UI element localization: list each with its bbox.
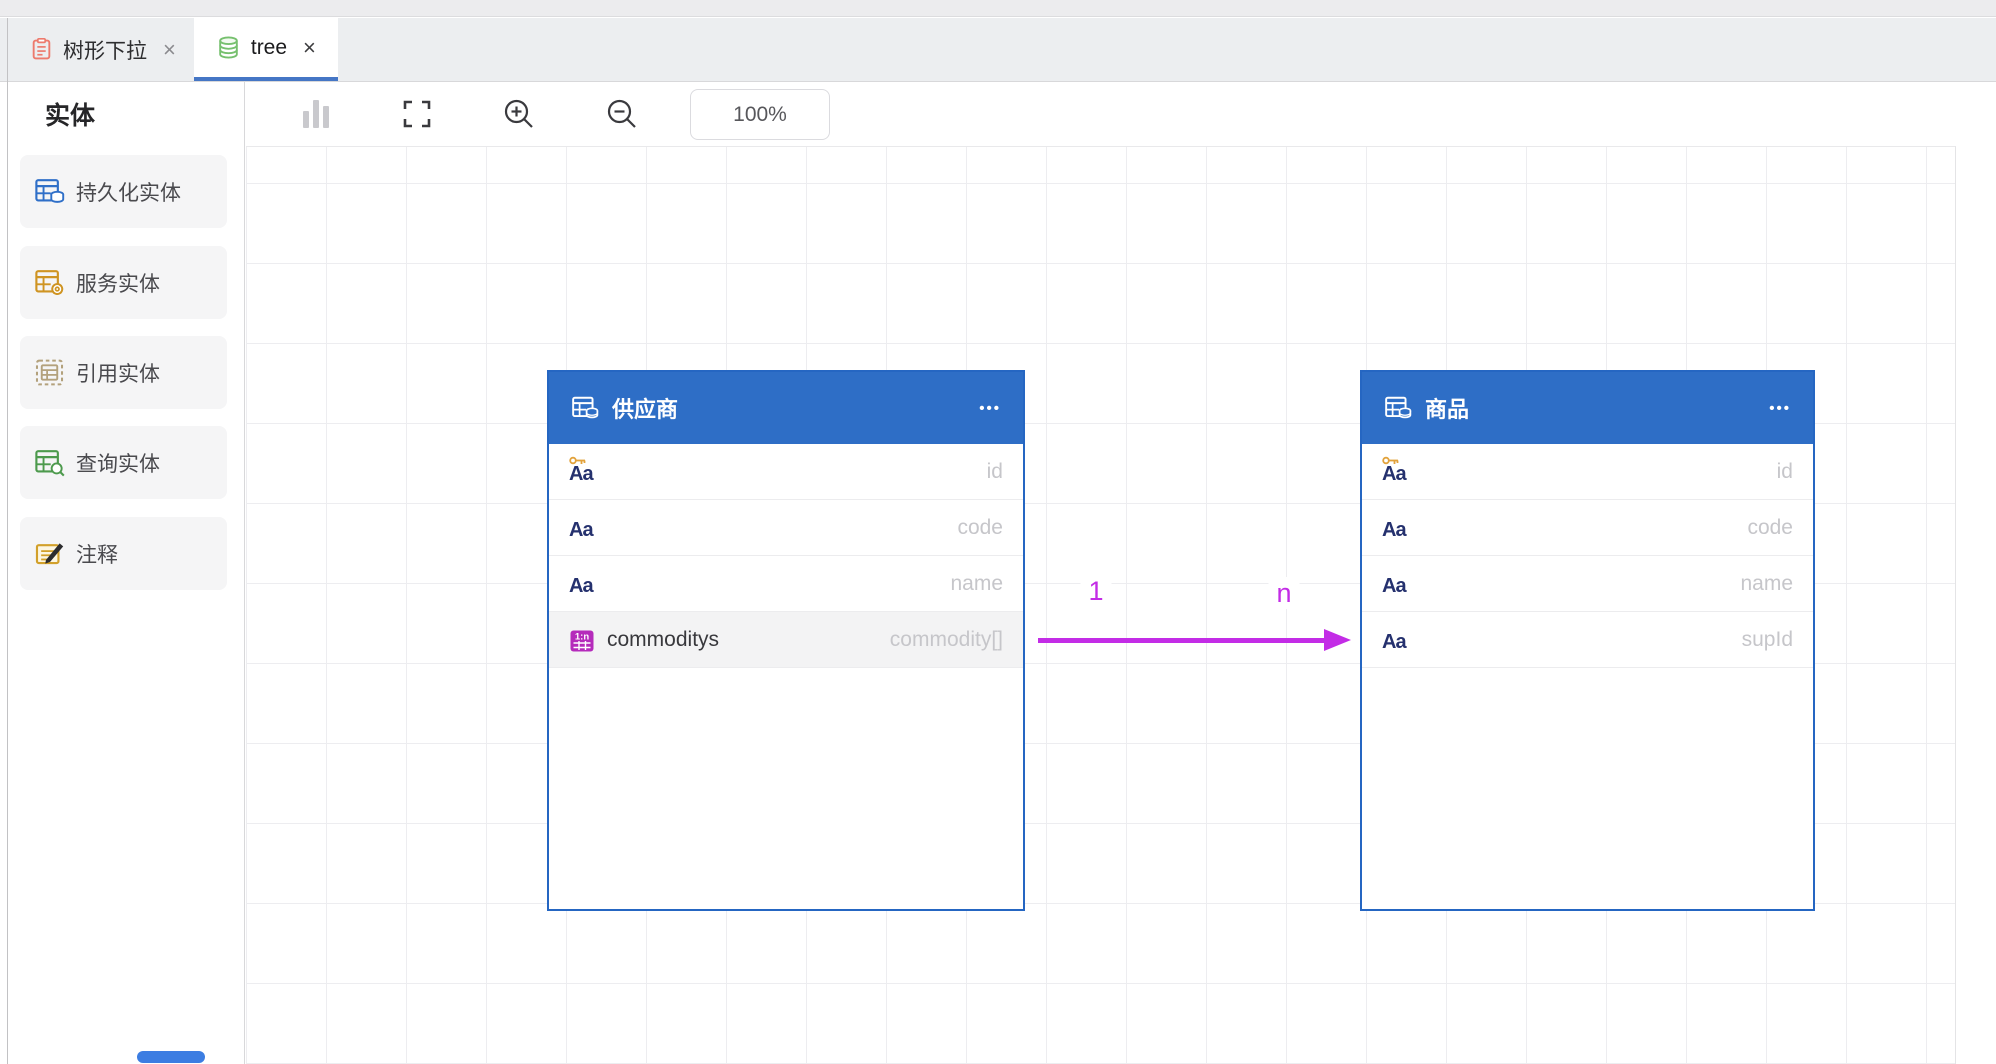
- field-type: name: [1740, 572, 1793, 596]
- field-type: id: [987, 460, 1003, 484]
- string-field-icon: Aa: [569, 564, 603, 604]
- field-row-code[interactable]: Aa code: [549, 500, 1023, 556]
- sidebar-item-label: 注释: [76, 539, 118, 569]
- relation-line[interactable]: [1038, 638, 1326, 643]
- primary-key-icon: [569, 456, 586, 465]
- field-row-supid[interactable]: Aa supId: [1362, 612, 1813, 668]
- sidebar-item-service-entity[interactable]: 服务实体: [20, 246, 227, 319]
- field-row-name[interactable]: Aa name: [549, 556, 1023, 612]
- tab-label: 树形下拉: [63, 35, 147, 65]
- entity-header[interactable]: 供应商 •••: [549, 372, 1023, 444]
- field-type: supId: [1742, 628, 1793, 652]
- string-field-icon: Aa: [1382, 452, 1416, 492]
- entity-title: 供应商: [612, 392, 678, 424]
- relation-arrowhead-icon: [1324, 629, 1351, 651]
- field-name: commoditys: [607, 628, 719, 652]
- entity-palette-sidebar: 实体 持久化实体 服务实体: [8, 82, 245, 1064]
- field-row-commoditys[interactable]: 1:n commoditys commodity[]: [549, 612, 1023, 668]
- horizontal-scrollbar-thumb[interactable]: [137, 1051, 205, 1063]
- relation-target-cardinality: n: [1268, 577, 1299, 609]
- chart-view-button[interactable]: [298, 96, 334, 132]
- zoom-out-button[interactable]: [604, 96, 640, 132]
- sidebar-item-label: 持久化实体: [76, 177, 181, 207]
- field-type: code: [957, 516, 1003, 540]
- sidebar-item-label: 引用实体: [76, 358, 160, 388]
- bar-chart-icon: [303, 100, 329, 128]
- sidebar-item-label: 服务实体: [76, 268, 160, 298]
- sidebar-item-query-entity[interactable]: 查询实体: [20, 426, 227, 499]
- database-icon: [216, 35, 241, 60]
- field-type: id: [1777, 460, 1793, 484]
- sidebar-item-reference-entity[interactable]: 引用实体: [20, 336, 227, 409]
- entity-header[interactable]: 商品 •••: [1362, 372, 1813, 444]
- tab-label: tree: [251, 36, 287, 60]
- string-field-icon: Aa: [1382, 564, 1416, 604]
- field-type: name: [950, 572, 1003, 596]
- string-field-icon: Aa: [1382, 508, 1416, 548]
- fit-screen-button[interactable]: [399, 96, 435, 132]
- tab-bar: 树形下拉 × tree ×: [0, 18, 1996, 82]
- window-left-border: [7, 18, 8, 1064]
- zoom-level-button[interactable]: 100%: [690, 89, 830, 140]
- sidebar-item-persistent-entity[interactable]: 持久化实体: [20, 155, 227, 228]
- entity-title: 商品: [1425, 392, 1469, 424]
- service-entity-icon: [34, 267, 65, 298]
- zoom-out-icon: [606, 98, 638, 130]
- entity-card-commodity[interactable]: 商品 ••• Aa id Aa cod: [1360, 370, 1815, 911]
- more-options-icon[interactable]: •••: [1769, 400, 1791, 417]
- zoom-in-button[interactable]: [501, 96, 537, 132]
- relation-source-cardinality: 1: [1080, 575, 1111, 607]
- table-entity-icon: [571, 394, 599, 422]
- reference-entity-icon: [34, 357, 65, 388]
- entity-designer-app: 树形下拉 × tree × 实体 持久化: [0, 0, 1996, 1064]
- string-field-icon: Aa: [569, 452, 603, 492]
- string-field-icon: Aa: [1382, 620, 1416, 660]
- sidebar-item-comment[interactable]: 注释: [20, 517, 227, 590]
- field-type: code: [1747, 516, 1793, 540]
- tab-tree[interactable]: tree ×: [194, 18, 338, 81]
- close-icon[interactable]: ×: [303, 37, 316, 59]
- zoom-in-icon: [503, 98, 535, 130]
- clipboard-icon: [30, 38, 53, 61]
- primary-key-icon: [1382, 456, 1399, 465]
- diagram-canvas[interactable]: 1 n 供应商 •••: [246, 146, 1956, 1064]
- entity-card-supplier[interactable]: 供应商 ••• Aa id Aa co: [547, 370, 1025, 911]
- sidebar-title: 实体: [45, 96, 95, 132]
- canvas-toolbar: 100%: [246, 82, 1996, 146]
- tab-tree-dropdown[interactable]: 树形下拉 ×: [16, 18, 194, 81]
- comment-icon: [34, 538, 65, 569]
- close-icon[interactable]: ×: [163, 39, 176, 61]
- field-row-id[interactable]: Aa id: [549, 444, 1023, 500]
- zoom-level-value: 100%: [733, 103, 787, 127]
- svg-text:1:n: 1:n: [575, 631, 589, 642]
- table-entity-icon: [1384, 394, 1412, 422]
- field-row-code[interactable]: Aa code: [1362, 500, 1813, 556]
- window-top-strip: [0, 0, 1996, 17]
- more-options-icon[interactable]: •••: [979, 400, 1001, 417]
- query-entity-icon: [34, 447, 65, 478]
- fullscreen-icon: [402, 99, 432, 129]
- persistent-entity-icon: [34, 176, 65, 207]
- field-row-id[interactable]: Aa id: [1362, 444, 1813, 500]
- one-to-many-relation-icon: 1:n: [569, 628, 595, 654]
- sidebar-item-label: 查询实体: [76, 448, 160, 478]
- field-row-name[interactable]: Aa name: [1362, 556, 1813, 612]
- string-field-icon: Aa: [569, 508, 603, 548]
- field-type: commodity[]: [890, 628, 1003, 652]
